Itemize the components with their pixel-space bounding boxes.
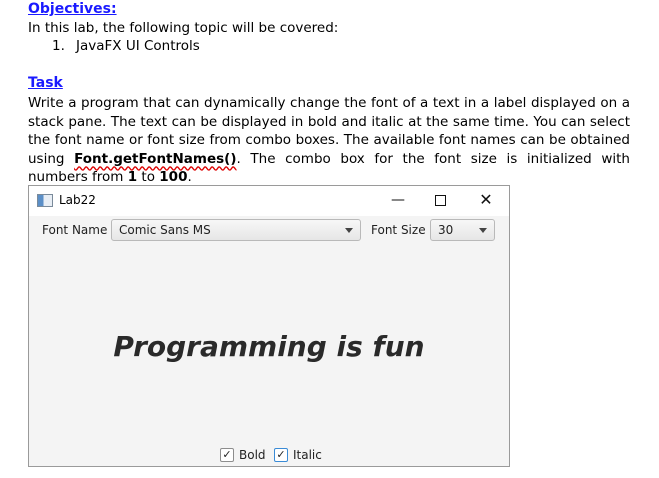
task-description: Write a program that can dynamically cha… bbox=[28, 94, 630, 187]
app-window: Lab22 — ✕ Font Name Comic Sans MS Font S… bbox=[28, 185, 510, 467]
sample-text-label: Programming is fun bbox=[113, 330, 425, 363]
title-bar[interactable]: Lab22 — ✕ bbox=[29, 186, 509, 216]
font-toolbar: Font Name Comic Sans MS Font Size 30 bbox=[29, 216, 509, 244]
list-number: 1. bbox=[52, 38, 65, 54]
close-button[interactable]: ✕ bbox=[475, 190, 497, 210]
task-code: Font.getFontNames() bbox=[74, 150, 237, 167]
chevron-down-icon bbox=[345, 228, 353, 233]
chevron-down-icon bbox=[479, 228, 487, 233]
maximize-icon bbox=[434, 195, 446, 206]
range-to-word: to bbox=[137, 169, 160, 185]
stack-pane: Programming is fun bbox=[29, 244, 509, 444]
bold-label: Bold bbox=[239, 448, 266, 462]
task-end: . bbox=[187, 169, 192, 185]
app-icon bbox=[37, 194, 53, 207]
range-from: 1 bbox=[127, 169, 138, 185]
topic-list: 1. JavaFX UI Controls bbox=[52, 37, 200, 56]
minimize-button[interactable]: — bbox=[387, 190, 409, 210]
font-name-label: Font Name bbox=[42, 223, 108, 237]
font-name-combo[interactable]: Comic Sans MS bbox=[111, 219, 361, 241]
style-checkboxes: ✓ Bold ✓ Italic bbox=[29, 448, 509, 466]
bold-check-icon: ✓ bbox=[220, 448, 234, 462]
maximize-button[interactable] bbox=[429, 190, 451, 210]
font-size-value: 30 bbox=[438, 223, 454, 237]
intro-text: In this lab, the following topic will be… bbox=[28, 20, 339, 36]
font-size-combo[interactable]: 30 bbox=[430, 219, 495, 241]
task-heading: Task bbox=[28, 75, 63, 91]
window-title: Lab22 bbox=[59, 193, 96, 207]
font-name-value: Comic Sans MS bbox=[119, 223, 211, 237]
font-size-label: Font Size bbox=[371, 223, 426, 237]
objectives-heading: Objectives: bbox=[28, 1, 117, 17]
range-to: 100 bbox=[159, 169, 188, 185]
italic-label: Italic bbox=[293, 448, 322, 462]
list-item: JavaFX UI Controls bbox=[76, 38, 200, 54]
italic-check-icon: ✓ bbox=[274, 448, 288, 462]
